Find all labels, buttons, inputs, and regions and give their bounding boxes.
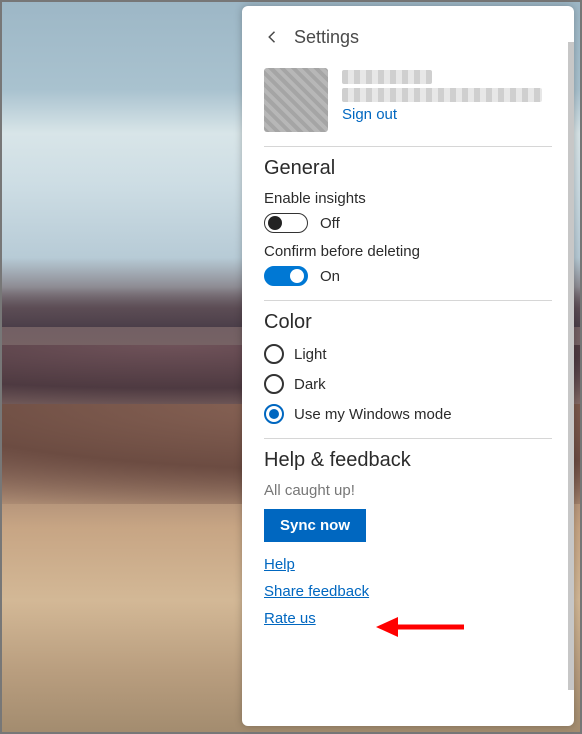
sync-status-text: All caught up! xyxy=(264,482,552,499)
page-title: Settings xyxy=(294,27,359,48)
scrollbar[interactable] xyxy=(568,6,574,726)
confirm-delete-toggle[interactable] xyxy=(264,266,308,286)
account-name-redacted xyxy=(342,70,432,84)
divider xyxy=(264,438,552,439)
divider xyxy=(264,146,552,147)
radio-label: Use my Windows mode xyxy=(294,406,452,423)
section-color-heading: Color xyxy=(264,311,552,334)
radio-windows-mode[interactable]: Use my Windows mode xyxy=(264,404,552,424)
settings-header: Settings xyxy=(264,20,552,54)
radio-label: Dark xyxy=(294,376,326,393)
screenshot-stage: www.wintips.org Settings Sign out Genera… xyxy=(0,0,582,734)
radio-label: Light xyxy=(294,346,327,363)
radio-icon xyxy=(264,344,284,364)
share-feedback-link[interactable]: Share feedback xyxy=(264,583,552,600)
radio-light[interactable]: Light xyxy=(264,344,552,364)
help-link[interactable]: Help xyxy=(264,556,552,573)
radio-dark[interactable]: Dark xyxy=(264,374,552,394)
radio-icon xyxy=(264,374,284,394)
settings-flyout: Settings Sign out General Enable insight… xyxy=(242,6,574,726)
confirm-delete-label: Confirm before deleting xyxy=(264,243,552,260)
rate-us-link[interactable]: Rate us xyxy=(264,610,552,627)
account-email-redacted xyxy=(342,88,542,102)
avatar xyxy=(264,68,328,132)
enable-insights-toggle[interactable] xyxy=(264,213,308,233)
sync-now-button[interactable]: Sync now xyxy=(264,509,366,542)
back-icon[interactable] xyxy=(264,28,282,46)
account-block: Sign out xyxy=(264,68,552,132)
enable-insights-state: Off xyxy=(320,215,340,232)
section-help-heading: Help & feedback xyxy=(264,449,552,472)
confirm-delete-state: On xyxy=(320,268,340,285)
divider xyxy=(264,300,552,301)
section-general-heading: General xyxy=(264,157,552,180)
color-mode-radio-group: Light Dark Use my Windows mode xyxy=(264,344,552,424)
sign-out-link[interactable]: Sign out xyxy=(342,106,542,123)
radio-icon xyxy=(264,404,284,424)
enable-insights-label: Enable insights xyxy=(264,190,552,207)
